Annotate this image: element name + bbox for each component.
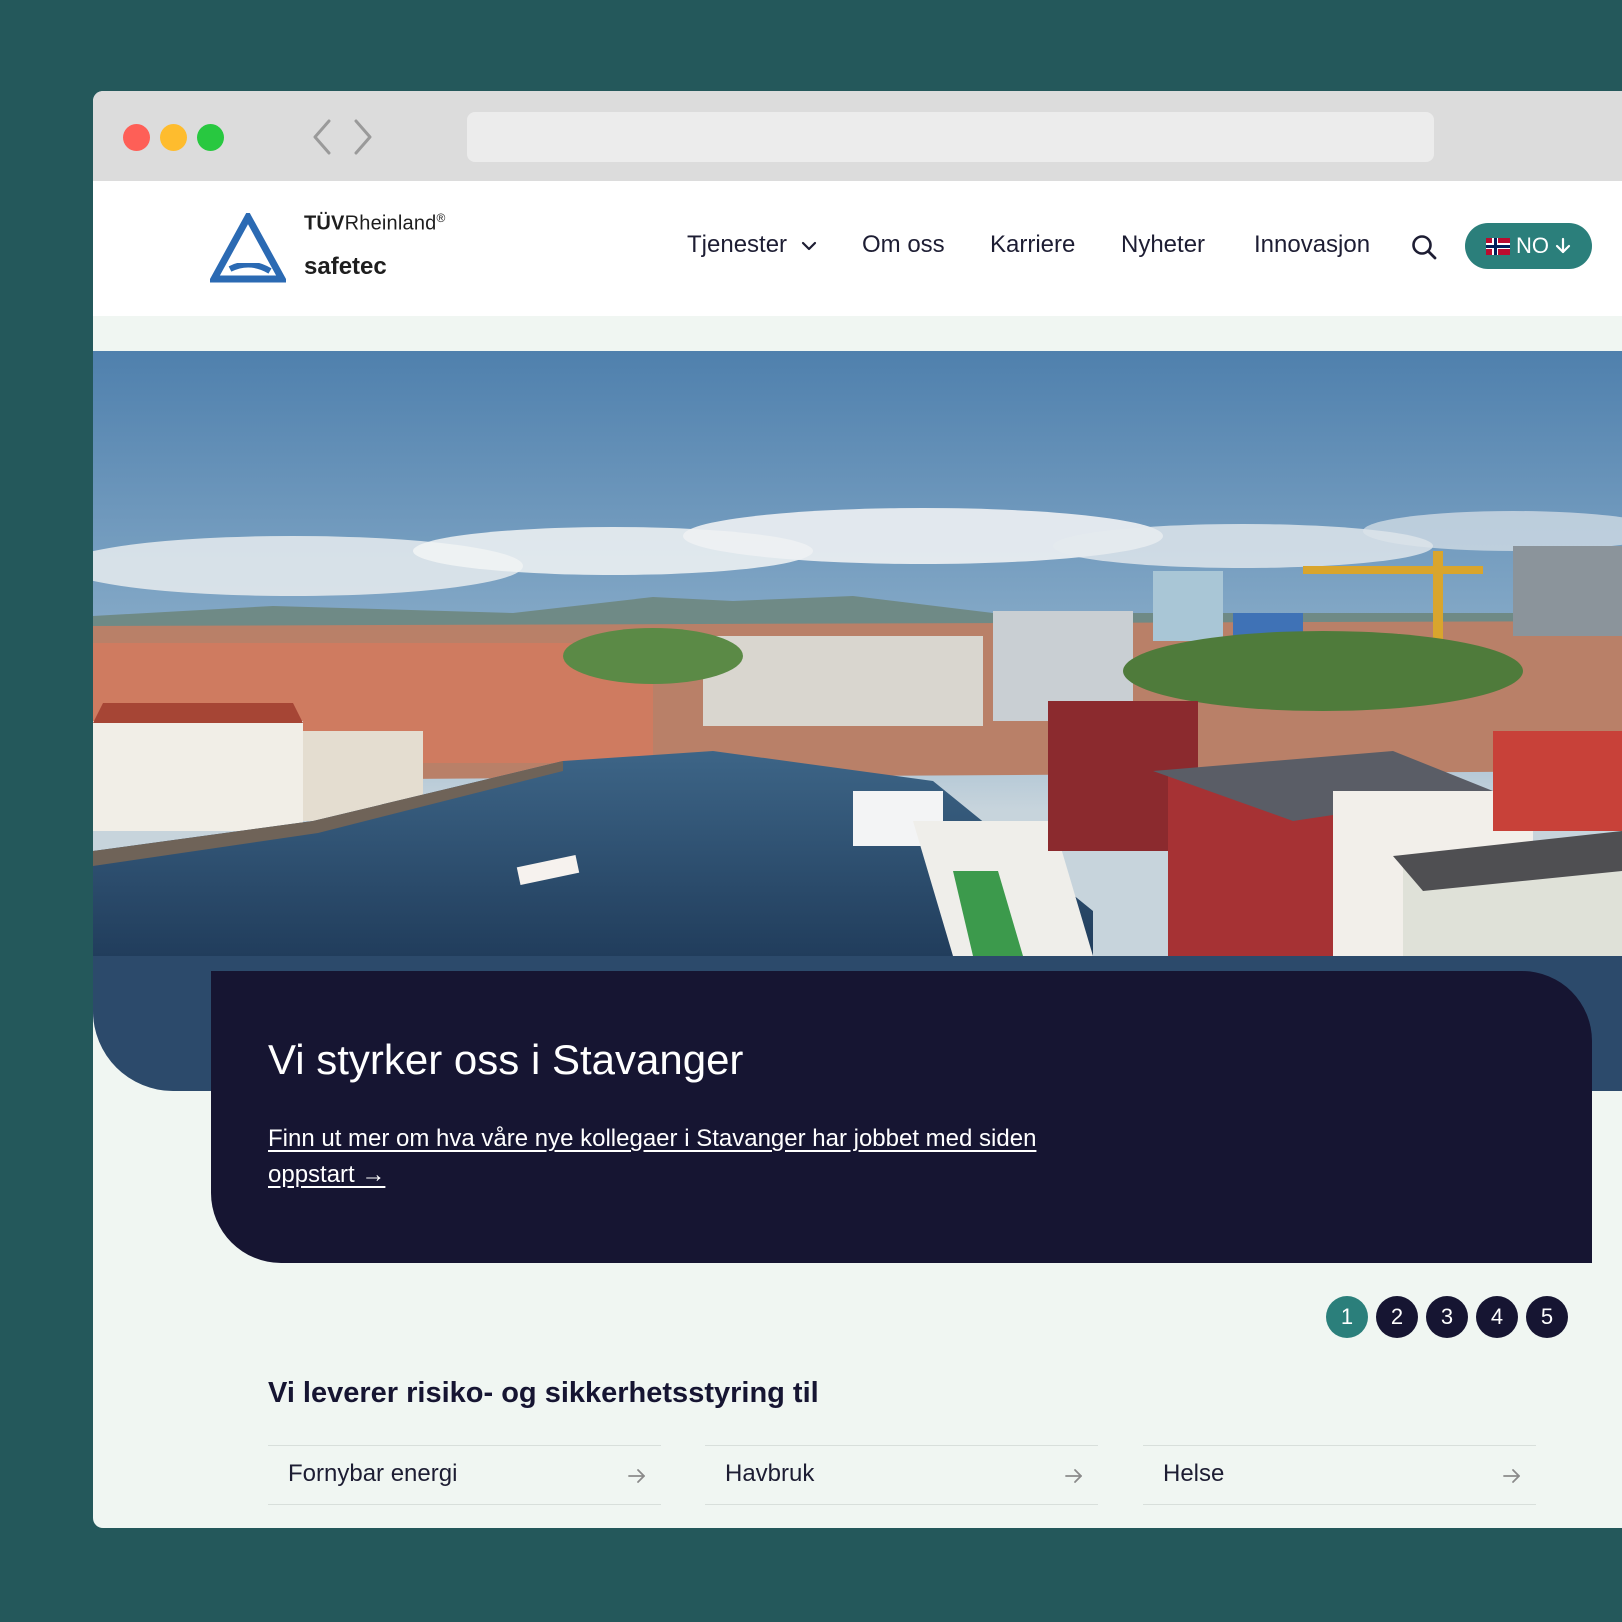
nav-item-innovasjon[interactable]: Innovasjon [1254,231,1370,265]
browser-window: TÜVRheinland® safetec Tjenester Om oss K… [93,91,1622,1528]
logo-wordmark-top: TÜVRheinland® [304,211,446,236]
minimize-window-button[interactable] [160,124,187,151]
logo-rheinland-text: Rheinland [344,212,437,235]
sector-link-havbruk[interactable]: Havbruk [705,1445,1098,1505]
browser-toolbar [93,91,1622,181]
hero-card: Vi styrker oss i Stavanger Finn ut mer o… [211,971,1592,1263]
back-arrow-icon[interactable] [307,115,337,159]
nav-item-om-oss[interactable]: Om oss [862,231,945,265]
tuv-triangle-logo-icon[interactable] [210,213,286,283]
sector-link-fornybar-energi[interactable]: Fornybar energi [268,1445,661,1505]
logo-tuv-text: TÜV [304,212,345,235]
nav-item-nyheter[interactable]: Nyheter [1121,231,1205,265]
arrow-right-icon [628,1469,645,1483]
carousel-pagination: 1 2 3 4 5 [1326,1296,1568,1338]
carousel-page-5[interactable]: 5 [1526,1296,1568,1338]
sector-label: Helse [1163,1460,1225,1487]
chevron-down-icon [801,241,816,250]
registered-mark: ® [436,211,446,225]
language-label: NO [1516,233,1549,258]
search-icon[interactable] [1410,233,1438,261]
hero-read-more-link[interactable]: Finn ut mer om hva våre nye kollegaer i … [268,1121,1098,1193]
nav-label: Tjenester [687,231,788,258]
arrow-right-icon [1503,1469,1520,1483]
language-switcher-button[interactable]: NO [1465,223,1592,269]
sector-link[interactable] [1143,1505,1536,1528]
close-window-button[interactable] [123,124,150,151]
arrow-down-icon [1555,237,1571,254]
sector-label: Fornybar energi [288,1460,458,1487]
sector-link[interactable] [268,1505,661,1528]
nav-item-karriere[interactable]: Karriere [990,231,1075,265]
hero-title: Vi styrker oss i Stavanger [268,1036,744,1083]
carousel-page-1[interactable]: 1 [1326,1296,1368,1338]
nav-item-tjenester[interactable]: Tjenester [687,231,818,265]
carousel-page-3[interactable]: 3 [1426,1296,1468,1338]
carousel-page-2[interactable]: 2 [1376,1296,1418,1338]
arrow-right-icon [1065,1469,1082,1483]
sector-link[interactable] [705,1505,1098,1528]
sectors-heading: Vi leverer risiko- og sikkerhetsstyring … [268,1377,819,1409]
sector-link-helse[interactable]: Helse [1143,1445,1536,1505]
maximize-window-button[interactable] [197,124,224,151]
forward-arrow-icon[interactable] [348,115,378,159]
logo-wordmark-bottom: safetec [304,253,387,280]
carousel-page-4[interactable]: 4 [1476,1296,1518,1338]
sector-label: Havbruk [725,1460,815,1487]
address-bar[interactable] [467,112,1434,162]
site-header: TÜVRheinland® safetec Tjenester Om oss K… [93,181,1622,316]
norway-flag-icon [1486,237,1510,255]
